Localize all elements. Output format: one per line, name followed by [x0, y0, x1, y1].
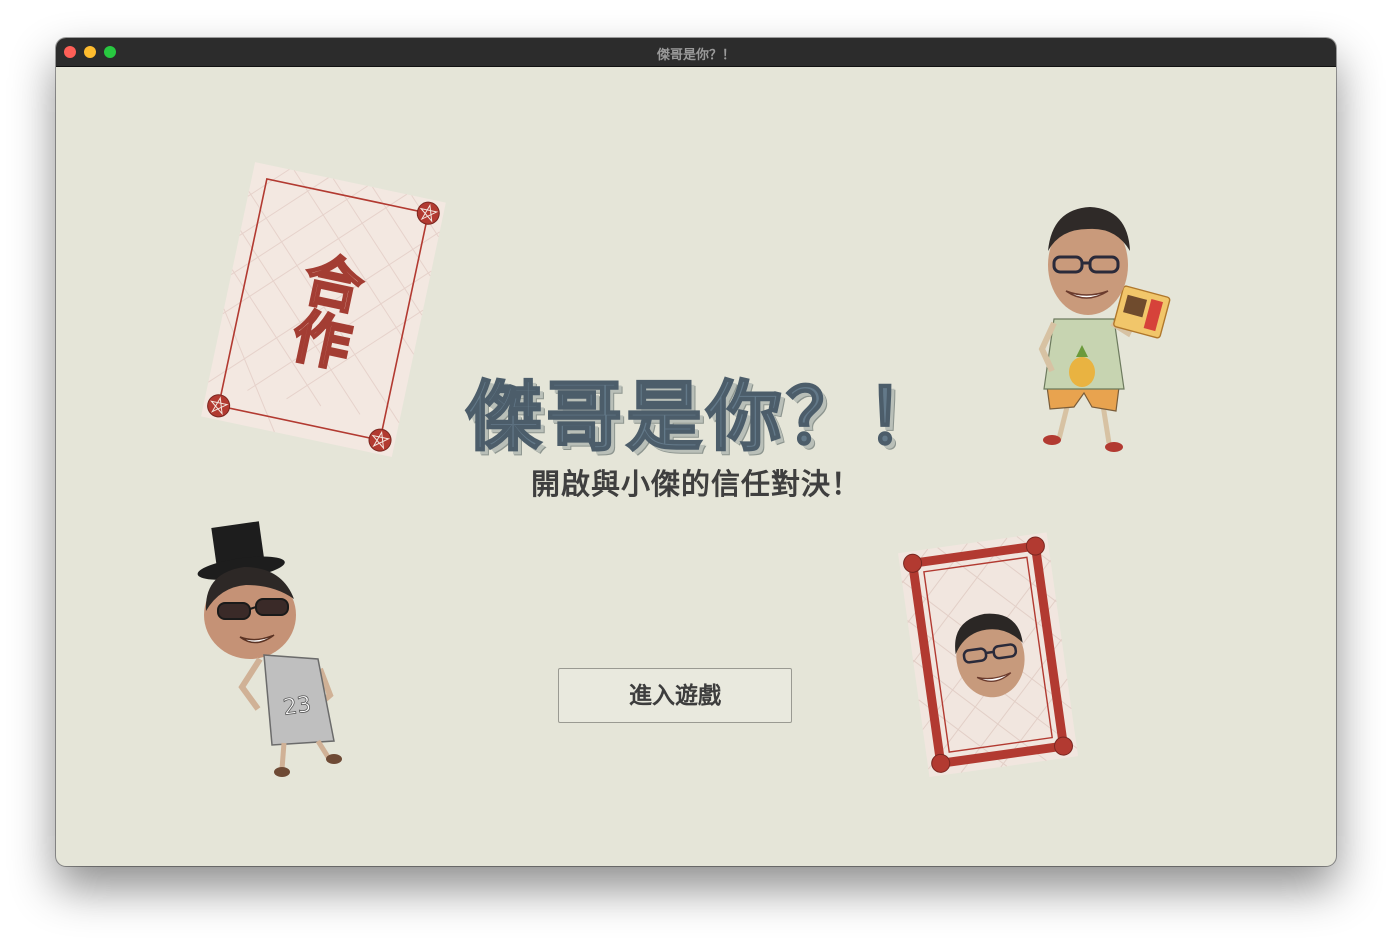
enter-game-button[interactable]: 進入遊戲 — [558, 668, 792, 723]
face-card — [898, 532, 1079, 778]
app-window: 傑哥是你？！ 合作 23 傑哥是你？！ 開啟與小傑的信任對決！ 進入遊戲 — [56, 38, 1336, 866]
window-title: 傑哥是你？！ — [656, 48, 735, 63]
start-screen: 合作 23 傑哥是你？！ 開啟與小傑的信任對決！ 進入遊戲 — [56, 67, 1336, 866]
jersey-number: 23 — [282, 692, 313, 721]
character-tophat-man: 23 — [197, 521, 342, 777]
game-title: 傑哥是你？！ — [465, 371, 946, 462]
game-subtitle: 開啟與小傑的信任對決！ — [530, 467, 861, 501]
title-bar: 傑哥是你？！ — [56, 38, 1336, 67]
